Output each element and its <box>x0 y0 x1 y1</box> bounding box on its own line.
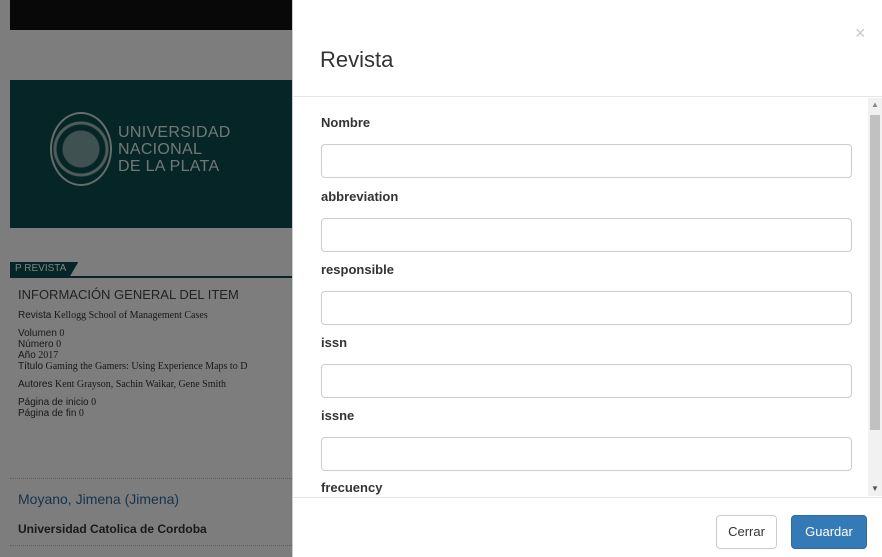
modal-footer: Cerrar Guardar <box>293 497 882 557</box>
abbreviation-label: abbreviation <box>321 189 399 204</box>
guardar-button[interactable]: Guardar <box>791 515 867 549</box>
responsible-input[interactable] <box>321 291 852 325</box>
field-issn: issn <box>321 334 852 398</box>
abbreviation-input[interactable] <box>321 218 852 252</box>
issn-label: issn <box>321 335 348 350</box>
frecuency-label: frecuency <box>321 480 383 495</box>
scrollbar-thumb[interactable] <box>870 115 880 430</box>
scroll-up-arrow-icon[interactable]: ▲ <box>868 98 882 112</box>
field-issne: issne <box>321 407 852 471</box>
field-responsible: responsible <box>321 261 852 325</box>
responsible-label: responsible <box>321 262 394 277</box>
issn-input[interactable] <box>321 364 852 398</box>
revista-modal: Revista × Nombre abbreviation responsibl… <box>292 0 882 557</box>
modal-body: Nombre abbreviation responsible issn iss… <box>293 98 867 496</box>
modal-header: Revista × <box>293 0 882 97</box>
field-frecuency: frecuency <box>321 479 852 496</box>
issne-input[interactable] <box>321 437 852 471</box>
nombre-label: Nombre <box>321 115 371 130</box>
close-icon[interactable]: × <box>855 24 866 42</box>
issne-label: issne <box>321 408 355 423</box>
field-abbreviation: abbreviation <box>321 188 852 252</box>
field-nombre: Nombre <box>321 114 852 178</box>
nombre-input[interactable] <box>321 144 852 178</box>
modal-title: Revista <box>320 47 394 72</box>
modal-scrollbar[interactable]: ▲ ▼ <box>868 98 882 496</box>
cerrar-button[interactable]: Cerrar <box>716 515 777 549</box>
scroll-down-arrow-icon[interactable]: ▼ <box>868 482 882 496</box>
